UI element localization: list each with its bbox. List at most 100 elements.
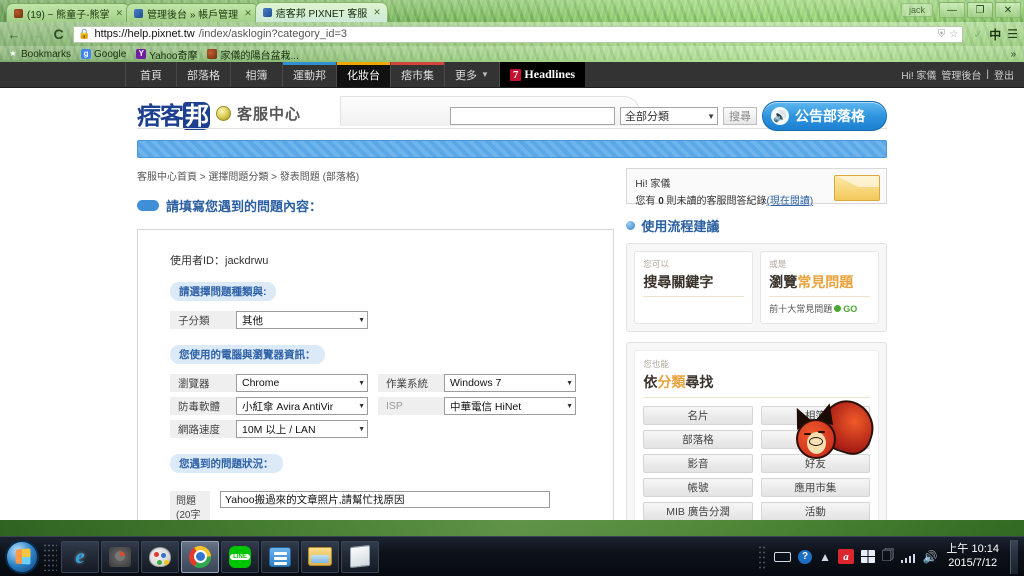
browser-tab-3-active[interactable]: 痞客邦 PIXNET 客服 ✕ bbox=[254, 2, 388, 22]
blue-dot-icon bbox=[626, 221, 636, 230]
show-desktop-button[interactable] bbox=[1010, 539, 1018, 574]
taskbar-clock[interactable]: 上午 10:14 2015/7/12 bbox=[944, 543, 999, 571]
browser-tab-2[interactable]: 管理後台 » 帳戶管理 ✕ bbox=[126, 3, 259, 22]
taskbar-photocap[interactable] bbox=[101, 540, 139, 573]
taskbar-notepad[interactable] bbox=[341, 540, 379, 573]
nav-item-sports[interactable]: 運動邦 bbox=[283, 62, 337, 87]
category-button[interactable]: 影音 bbox=[643, 454, 753, 473]
subcategory-select[interactable]: 其他 ▼ bbox=[236, 311, 368, 329]
speaker-icon: 🔊 bbox=[771, 107, 789, 125]
hamburger-menu-icon[interactable]: ☰ bbox=[1007, 27, 1018, 41]
blue-stripe-banner bbox=[137, 140, 887, 158]
category-button[interactable]: 部落格 bbox=[643, 430, 753, 449]
site-global-nav: 首頁 部落格 相簿 運動邦 化妝台 痞市集 更多 ▼ 7 Headlines H… bbox=[0, 62, 1024, 88]
category-button[interactable]: 帳號 bbox=[643, 478, 753, 497]
bookmark-item-yahoo[interactable]: Y Yahoo奇摩 bbox=[136, 47, 197, 62]
search-input[interactable] bbox=[450, 107, 615, 125]
taskbar-folder[interactable] bbox=[301, 540, 339, 573]
volume-icon[interactable]: 🔊 bbox=[922, 550, 937, 564]
bookmark-item-google[interactable]: g Google bbox=[81, 49, 126, 60]
category-button[interactable]: 應用市集 bbox=[760, 478, 870, 497]
taskbar-chrome[interactable] bbox=[181, 540, 219, 573]
problem-form: 使用者ID：jackdrwu 請選擇問題種類與: 子分類 其他 ▼ 您使用的電腦… bbox=[137, 229, 615, 520]
nav-admin-link[interactable]: 管理後台 bbox=[941, 67, 981, 82]
nav-item-home[interactable]: 首頁 bbox=[125, 62, 177, 87]
taskbar-paint[interactable] bbox=[141, 540, 179, 573]
minimize-button[interactable]: — bbox=[939, 2, 965, 18]
category-button[interactable]: 相簿 bbox=[760, 406, 870, 425]
keyboard-icon[interactable] bbox=[774, 551, 792, 562]
category-button[interactable]: MIB 廣告分潤 bbox=[643, 502, 753, 520]
nav-item-market[interactable]: 痞市集 bbox=[391, 62, 445, 87]
category-button[interactable]: 好友 bbox=[760, 454, 870, 473]
star-icon[interactable]: ☆ bbox=[949, 29, 958, 40]
check-icon[interactable]: ✓ bbox=[973, 27, 983, 41]
bookmark-label: Google bbox=[94, 48, 127, 60]
card2-tiny: 或是 bbox=[769, 259, 787, 269]
page-content: 客服中心首頁 > 選擇問題分類 > 發表問題 (部落格) 請填寫您遇到的問題內容… bbox=[0, 158, 1024, 520]
read-now-link[interactable]: (現在閱讀) bbox=[767, 196, 814, 207]
isp-select[interactable]: 中華電信 HiNet ▼ bbox=[444, 397, 576, 415]
nav-label: 相簿 bbox=[245, 69, 268, 82]
breadcrumb: 客服中心首頁 > 選擇問題分類 > 發表問題 (部落格) bbox=[137, 172, 360, 183]
question-title-input[interactable]: Yahoo搬過來的文章照片,請幫忙找原因 bbox=[220, 491, 550, 508]
bookmark-item-bookmarks[interactable]: ★ Bookmarks bbox=[8, 49, 71, 60]
service-center-title: 客服中心 bbox=[237, 106, 302, 123]
taskbar-file-explorer[interactable] bbox=[261, 540, 299, 573]
address-bar[interactable]: 🔒 https://help.pixnet.tw/index/asklogin?… bbox=[73, 25, 964, 43]
signal-bars-icon[interactable] bbox=[900, 551, 916, 563]
pixnet-logo[interactable]: 痞客邦 bbox=[137, 96, 210, 131]
windows-flag-icon[interactable] bbox=[860, 550, 875, 563]
nav-item-more[interactable]: 更多 ▼ bbox=[445, 62, 500, 87]
forward-arrow-icon[interactable]: → bbox=[28, 28, 44, 41]
announcement-blog-button[interactable]: 🔊 公告部落格 bbox=[762, 101, 887, 131]
flow-cards-panel: 您可以 搜尋關鍵字 或是 瀏覽常見問題 前十大常見問題 GO bbox=[626, 243, 887, 332]
bookmark-item-pixnet-blog[interactable]: 家儀的陽台盆栽... bbox=[207, 47, 299, 62]
nav-item-blog[interactable]: 部落格 bbox=[177, 62, 231, 87]
os-select[interactable]: Windows 7 ▼ bbox=[444, 374, 576, 392]
reload-icon[interactable]: C bbox=[50, 26, 67, 42]
nav-item-album[interactable]: 相簿 bbox=[231, 62, 283, 87]
antivirus-select[interactable]: 小紅傘 Avira AntiVir ▼ bbox=[236, 397, 368, 415]
nav-item-beauty[interactable]: 化妝台 bbox=[337, 62, 391, 87]
subcategory-value: 其他 bbox=[242, 314, 263, 327]
ime-indicator[interactable]: 中 bbox=[989, 26, 1001, 43]
card2-sub[interactable]: 前十大常見問題 GO bbox=[769, 302, 870, 315]
category-button[interactable]: 名片 bbox=[643, 406, 753, 425]
user-chip[interactable]: jack bbox=[900, 3, 933, 17]
chevron-down-icon: ▼ bbox=[358, 402, 365, 410]
browser-select[interactable]: Chrome ▼ bbox=[236, 374, 368, 392]
network-speed-select[interactable]: 10M 以上 / LAN ▼ bbox=[236, 420, 368, 438]
category-button[interactable]: 留言版 bbox=[760, 430, 870, 449]
category-button[interactable]: 活動 bbox=[760, 502, 870, 520]
taskbar-internet-explorer[interactable]: e bbox=[61, 540, 99, 573]
chevron-up-icon[interactable]: ▲ bbox=[819, 550, 831, 564]
nav-label: 首頁 bbox=[140, 69, 162, 82]
search-button[interactable]: 搜尋 bbox=[723, 107, 757, 125]
help-icon[interactable]: ? bbox=[798, 549, 813, 564]
blue-favicon bbox=[262, 8, 272, 17]
network-speed-value: 10M 以上 / LAN bbox=[242, 423, 316, 436]
nav-item-7headlines[interactable]: 7 Headlines bbox=[499, 62, 586, 87]
close-icon[interactable]: ✕ bbox=[116, 8, 124, 19]
close-icon[interactable]: ✕ bbox=[373, 7, 381, 18]
taskbar-line[interactable]: LINE bbox=[221, 540, 259, 573]
clock-time: 上午 10:14 bbox=[946, 542, 999, 555]
category-select[interactable]: 全部分類 ▼ bbox=[620, 107, 718, 125]
close-icon[interactable]: ✕ bbox=[244, 8, 252, 19]
nav-greeting: Hi! 家儀 bbox=[901, 71, 937, 82]
close-button[interactable]: ✕ bbox=[995, 2, 1021, 18]
nav-logout-link[interactable]: 登出 bbox=[994, 67, 1014, 82]
back-arrow-icon[interactable]: ← bbox=[6, 28, 22, 41]
windows-start-orb-icon[interactable] bbox=[5, 539, 39, 574]
browser-tab-1[interactable]: (19) ~ 熊童子-熊掌 ✕ bbox=[6, 3, 131, 22]
avira-icon[interactable]: a bbox=[837, 549, 854, 564]
maximize-button[interactable]: ❐ bbox=[967, 2, 993, 18]
site-brand[interactable]: 痞客邦 客服中心 bbox=[137, 96, 301, 131]
sidebar: Hi! 家儀 您有 0 則未讀的客服問答紀錄(現在閱讀) 使用流程建議 您可以 … bbox=[626, 168, 887, 520]
bookmarks-overflow-icon[interactable]: » bbox=[1010, 49, 1016, 60]
card-search-keyword[interactable]: 您可以 搜尋關鍵字 bbox=[634, 251, 754, 324]
card-browse-faq[interactable]: 或是 瀏覽常見問題 前十大常見問題 GO bbox=[760, 251, 879, 324]
device-icon[interactable]: 🗍 bbox=[882, 546, 894, 567]
shield-icon[interactable]: ⛨ bbox=[938, 29, 946, 40]
